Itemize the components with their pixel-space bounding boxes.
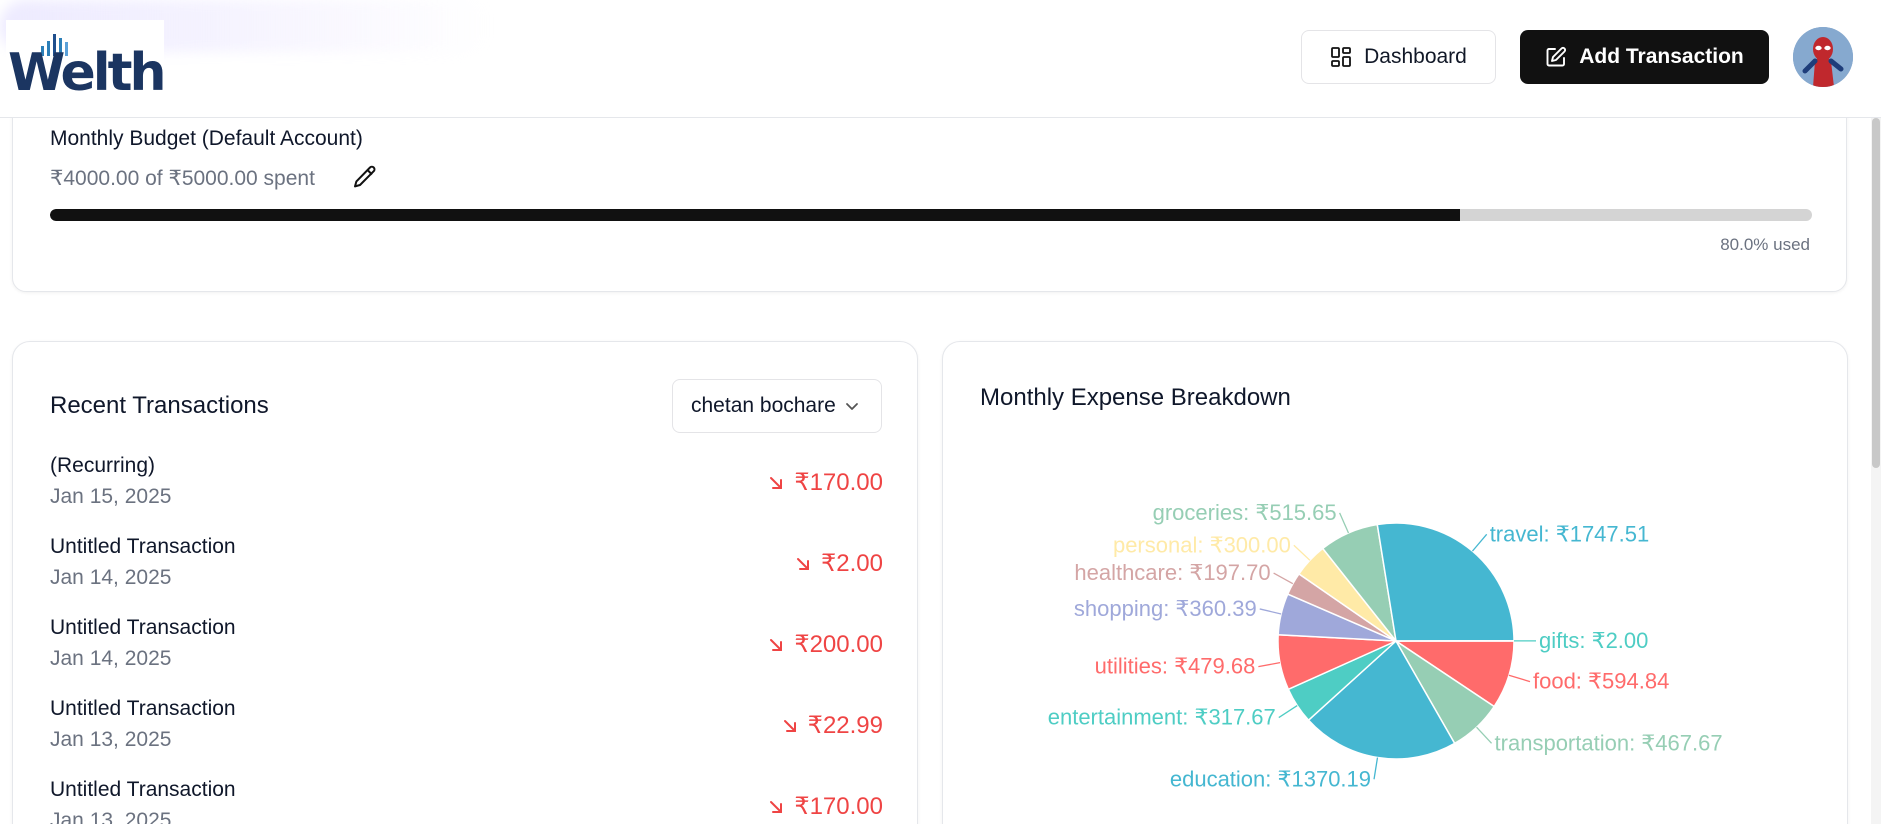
pie-label-travel: travel: ₹1747.51 (1490, 521, 1650, 546)
transaction-date: Jan 14, 2025 (50, 647, 172, 670)
welth-logo[interactable]: Welth (6, 20, 164, 94)
transaction-name: Untitled Transaction (50, 616, 236, 639)
transaction-amount: ₹200.00 (768, 630, 883, 659)
chevron-down-icon (846, 403, 858, 410)
transaction-amount: ₹170.00 (768, 792, 883, 821)
transaction-date: Jan 15, 2025 (50, 485, 172, 508)
account-select[interactable]: chetan bochare (672, 379, 882, 433)
logo-text: Welth (8, 43, 163, 94)
pie-label-healthcare: healthcare: ₹197.70 (1074, 560, 1270, 585)
expense-breakdown-card: Monthly Expense Breakdown food: ₹594.84 t… (942, 341, 1848, 824)
account-select-value: chetan bochare (691, 394, 836, 417)
arrow-down-right-icon (770, 476, 783, 489)
recent-transactions-card: Recent Transactions chetan bochare (Recu… (12, 341, 918, 824)
transaction-row[interactable]: Untitled Transaction Jan 14, 2025 ₹200.0… (50, 616, 883, 697)
transaction-amount: ₹2.00 (795, 549, 883, 578)
transaction-amount: ₹22.99 (782, 711, 883, 740)
pie-leader-line (1278, 704, 1298, 719)
dashboard-label: Dashboard (1364, 45, 1467, 68)
transaction-date: Jan 13, 2025 (50, 809, 172, 824)
user-avatar[interactable] (1793, 27, 1853, 87)
pie-label-utilities: utilities: ₹479.68 (1095, 654, 1256, 679)
layout-dashboard-icon (1331, 47, 1352, 67)
transaction-date: Jan 14, 2025 (50, 566, 172, 589)
page-scrollbar[interactable] (1871, 118, 1881, 824)
pie-leader-line (1508, 674, 1531, 683)
pie-leader-line (1258, 661, 1281, 668)
transaction-date: Jan 13, 2025 (50, 728, 172, 751)
pie-leader-line (1259, 608, 1282, 615)
pie-label-groceries: groceries: ₹515.65 (1153, 500, 1337, 525)
transaction-row[interactable]: Untitled Transaction Jan 14, 2025 ₹2.00 (50, 535, 883, 616)
add-transaction-button[interactable]: Add Transaction (1520, 30, 1769, 84)
recent-transactions-title: Recent Transactions (50, 392, 269, 419)
transaction-name: Untitled Transaction (50, 697, 236, 720)
transaction-list: (Recurring) Jan 15, 2025 ₹170.00 Untitle… (50, 454, 883, 824)
pen-square-icon (1546, 47, 1567, 67)
transaction-amount: ₹170.00 (768, 468, 883, 497)
budget-progress-bar (50, 209, 1812, 221)
transaction-amount-value: ₹200.00 (794, 631, 883, 658)
app-header: Welth Dashboard Add Transaction (0, 0, 1881, 118)
transaction-name: Untitled Transaction (50, 778, 236, 801)
transaction-name: (Recurring) (50, 454, 156, 477)
transaction-row[interactable]: Untitled Transaction Jan 13, 2025 ₹170.0… (50, 778, 883, 824)
dashboard-button[interactable]: Dashboard (1301, 30, 1496, 84)
transaction-amount-value: ₹2.00 (821, 550, 883, 577)
expense-pie-chart: food: ₹594.84 transportation: ₹467.67 educ… (1048, 500, 1723, 791)
avatar-image (1793, 27, 1853, 87)
pie-leader-line (1373, 757, 1379, 780)
transaction-amount-value: ₹170.00 (794, 793, 883, 820)
add-transaction-label: Add Transaction (1579, 45, 1744, 68)
budget-used-percent: 80.0% used (1720, 235, 1810, 254)
logo-graphic: Welth (8, 34, 164, 94)
pie-leader-line (1339, 512, 1350, 534)
pencil-icon (354, 165, 376, 188)
arrow-down-right-icon (797, 557, 810, 570)
pie-leader-line (1471, 533, 1488, 552)
pie-leader-line (1293, 544, 1311, 561)
transaction-amount-value: ₹170.00 (794, 469, 883, 496)
transaction-name: Untitled Transaction (50, 535, 236, 558)
budget-progress-fill (50, 209, 1460, 221)
budget-title: Monthly Budget (Default Account) (50, 127, 363, 150)
scrollbar-thumb[interactable] (1872, 118, 1880, 468)
pie-label-education: education: ₹1370.19 (1170, 766, 1371, 791)
pie-label-food: food: ₹594.84 (1533, 669, 1669, 694)
budget-card: Monthly Budget (Default Account) ₹4000.0… (12, 90, 1847, 292)
pie-label-shopping: shopping: ₹360.39 (1074, 596, 1257, 621)
pie-label-personal: personal: ₹300.00 (1113, 532, 1291, 557)
pie-label-transportation: transportation: ₹467.67 (1495, 730, 1723, 755)
transaction-amount-value: ₹22.99 (807, 712, 883, 739)
pie-label-gifts: gifts: ₹2.00 (1539, 628, 1648, 653)
budget-spent-text: ₹4000.00 of ₹5000.00 spent (50, 167, 315, 190)
arrow-down-right-icon (783, 719, 796, 732)
arrow-down-right-icon (770, 638, 783, 651)
pie-leader-line (1273, 572, 1294, 585)
transaction-row[interactable]: Untitled Transaction Jan 13, 2025 ₹22.99 (50, 697, 883, 778)
pie-leader-line (1476, 726, 1493, 744)
transaction-row[interactable]: (Recurring) Jan 15, 2025 ₹170.00 (50, 454, 883, 535)
pie-label-entertainment: entertainment: ₹317.67 (1048, 705, 1276, 730)
arrow-down-right-icon (770, 800, 783, 813)
edit-budget-button[interactable] (351, 163, 379, 191)
